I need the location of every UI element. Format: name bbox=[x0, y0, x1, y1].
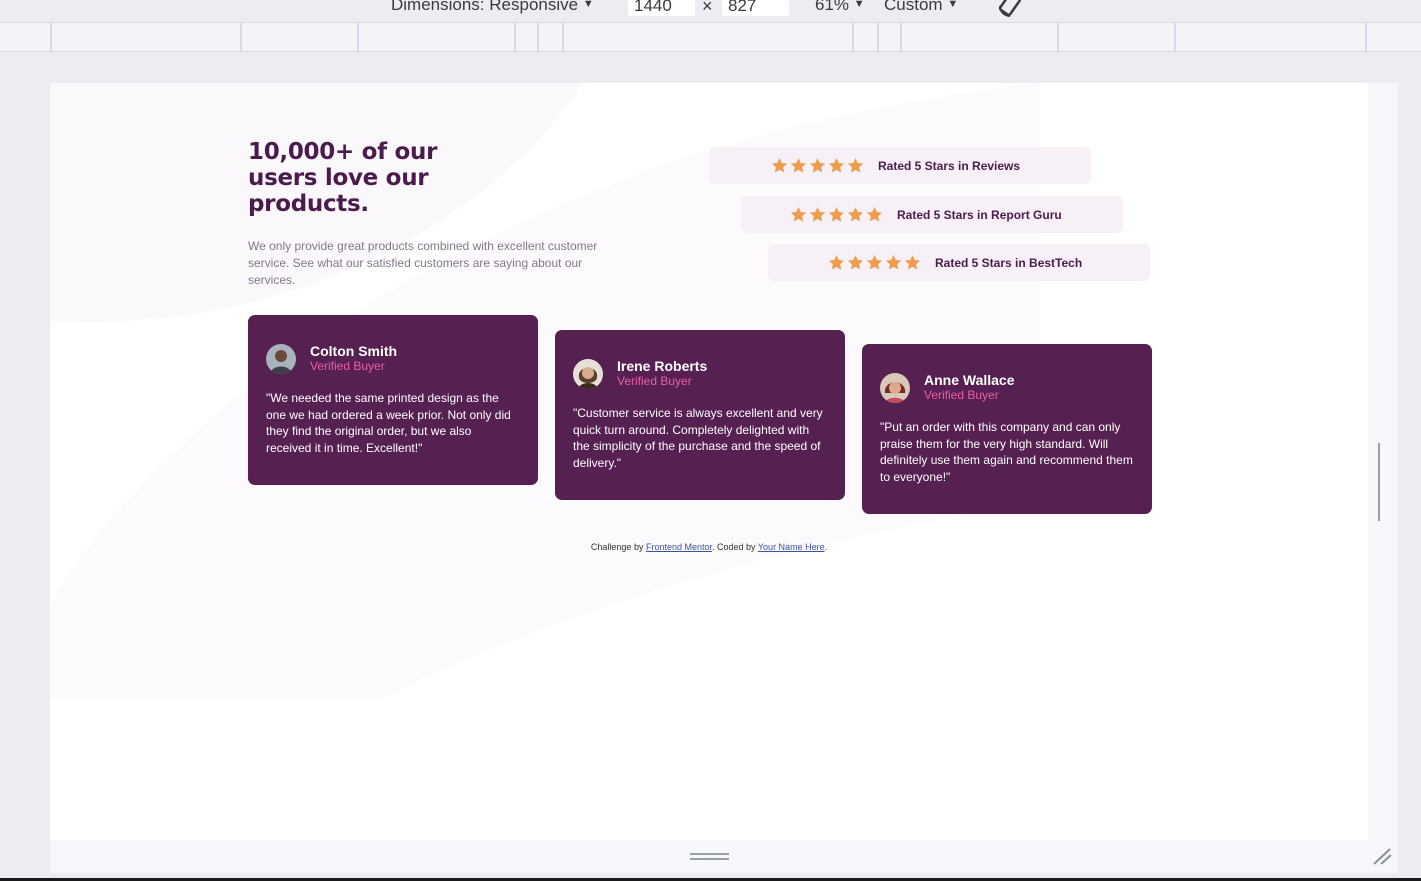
dimensions-label: Dimensions: Responsive bbox=[391, 0, 579, 14]
hero-title: 10,000+ of our users love our products. bbox=[248, 139, 438, 217]
rotate-icon[interactable] bbox=[998, 0, 1024, 18]
corner-resize-icon[interactable] bbox=[1372, 846, 1394, 866]
device-viewport: 10,000+ of our users love our products. … bbox=[50, 83, 1368, 840]
page-background: 10,000+ of our users love our products. … bbox=[50, 83, 1368, 699]
attribution-middle: . Coded by bbox=[712, 542, 758, 552]
reviewer-name: Colton Smith bbox=[310, 343, 398, 359]
star-icon bbox=[790, 158, 807, 173]
testimonial-quote: "Customer service is always excellent an… bbox=[573, 406, 823, 470]
rating-besttech: Rated 5 Stars in BestTech bbox=[768, 244, 1150, 281]
hero-description: We only provide great products combined … bbox=[248, 239, 598, 287]
zoom-dropdown[interactable]: 61% ▼ bbox=[815, 0, 865, 15]
media-query-ruler[interactable] bbox=[0, 22, 1421, 52]
rating-label: Rated 5 Stars in Report Guru bbox=[897, 207, 1062, 222]
star-icon bbox=[771, 158, 788, 173]
hero-section: 10,000+ of our users love our products. … bbox=[248, 139, 668, 289]
star-icon bbox=[809, 158, 826, 173]
star-icon bbox=[809, 207, 826, 222]
testimonial-card: Colton Smith Verified Buyer "We needed t… bbox=[248, 315, 538, 485]
testimonial-card: Irene Roberts Verified Buyer "Customer s… bbox=[555, 330, 845, 500]
avatar bbox=[573, 358, 603, 389]
side-resize-handle[interactable] bbox=[1378, 443, 1387, 521]
reviewer-name: Irene Roberts bbox=[617, 358, 708, 374]
star-icon bbox=[847, 158, 864, 173]
star-icon bbox=[866, 207, 883, 222]
chevron-down-icon: ▼ bbox=[582, 0, 594, 10]
rating-label: Rated 5 Stars in BestTech bbox=[935, 255, 1083, 270]
width-input[interactable]: 1440 bbox=[628, 0, 695, 16]
avatar bbox=[266, 343, 296, 374]
chevron-down-icon: ▼ bbox=[853, 0, 865, 10]
bottom-resize-handle[interactable] bbox=[690, 853, 729, 861]
zoom-label: 61% bbox=[815, 0, 850, 14]
attribution-prefix: Challenge by bbox=[590, 542, 646, 552]
star-rating bbox=[828, 254, 921, 271]
height-input[interactable]: 827 bbox=[722, 0, 789, 16]
reviewer-name: Anne Wallace bbox=[924, 372, 1015, 388]
attribution-suffix: . bbox=[824, 542, 828, 552]
star-icon bbox=[790, 207, 807, 222]
times-icon: × bbox=[702, 0, 713, 16]
star-icon bbox=[885, 255, 902, 270]
reviewer-role: Verified Buyer bbox=[617, 374, 692, 388]
rating-label: Rated 5 Stars in Reviews bbox=[878, 158, 1021, 173]
devtools-toolbar: Dimensions: Responsive ▼ 1440 × 827 61% … bbox=[0, 0, 1421, 22]
star-rating bbox=[771, 157, 864, 174]
star-icon bbox=[904, 255, 921, 270]
star-rating bbox=[790, 206, 883, 223]
star-icon bbox=[828, 207, 845, 222]
testimonial-quote: "We needed the same printed design as th… bbox=[266, 391, 511, 455]
rating-report-guru: Rated 5 Stars in Report Guru bbox=[741, 196, 1123, 233]
testimonial-quote: "Put an order with this company and can … bbox=[880, 420, 1133, 484]
attribution: Challenge by Frontend Mentor. Coded by Y… bbox=[50, 542, 1368, 552]
dimensions-dropdown[interactable]: Dimensions: Responsive ▼ bbox=[391, 0, 594, 15]
star-icon bbox=[828, 255, 845, 270]
author-link[interactable]: Your Name Here bbox=[758, 542, 825, 552]
reviewer-role: Verified Buyer bbox=[924, 388, 999, 402]
star-icon bbox=[828, 158, 845, 173]
chevron-down-icon: ▼ bbox=[947, 0, 959, 10]
throttle-label: Custom bbox=[884, 0, 943, 14]
reviewer-role: Verified Buyer bbox=[310, 359, 385, 373]
frontend-mentor-link[interactable]: Frontend Mentor bbox=[646, 542, 712, 552]
throttle-dropdown[interactable]: Custom ▼ bbox=[884, 0, 958, 15]
star-icon bbox=[847, 255, 864, 270]
star-icon bbox=[866, 255, 883, 270]
testimonial-card: Anne Wallace Verified Buyer "Put an orde… bbox=[862, 344, 1152, 514]
star-icon bbox=[847, 207, 864, 222]
rating-reviews: Rated 5 Stars in Reviews bbox=[709, 147, 1091, 184]
avatar bbox=[880, 372, 910, 403]
